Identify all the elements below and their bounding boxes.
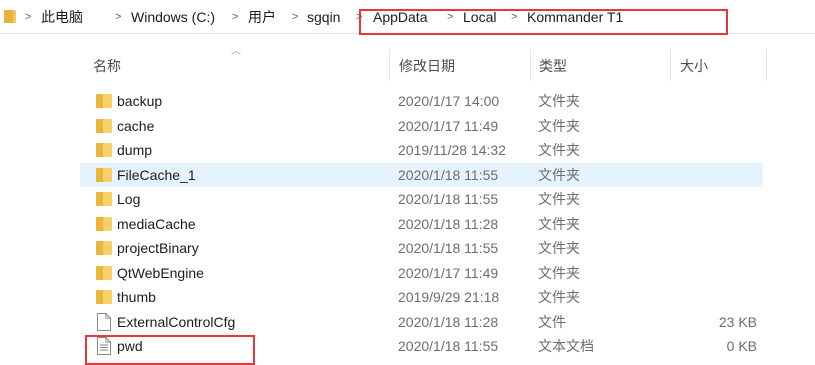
breadcrumb-separator-icon[interactable]: > <box>115 8 121 26</box>
breadcrumb-this-pc[interactable]: 此电脑 <box>41 8 83 26</box>
list-item[interactable]: projectBinary 2020/1/18 11:55 文件夹 <box>80 236 763 260</box>
item-name: mediaCache <box>117 215 196 232</box>
item-date: 2020/1/18 11:55 <box>398 166 499 183</box>
column-header-size[interactable]: 大小 <box>680 56 708 76</box>
list-item[interactable]: backup 2020/1/17 14:00 文件夹 <box>80 89 763 113</box>
item-name: thumb <box>117 289 156 305</box>
item-date: 2020/1/18 11:55 <box>398 338 499 354</box>
list-item[interactable]: Log 2020/1/18 11:55 文件夹 <box>80 187 763 211</box>
item-name: cache <box>117 117 155 134</box>
list-item[interactable]: dump 2019/11/28 14:32 文件夹 <box>80 138 763 162</box>
list-item-selected[interactable]: FileCache_1 2020/1/18 11:55 文件夹 <box>80 162 763 187</box>
item-name: backup <box>117 93 163 109</box>
column-divider[interactable] <box>530 49 531 81</box>
item-date: 2020/1/18 11:55 <box>398 240 499 256</box>
item-date: 2020/1/18 11:28 <box>398 313 499 330</box>
list-item[interactable]: mediaCache 2020/1/18 11:28 文件夹 <box>80 212 763 236</box>
item-date: 2020/1/17 14:00 <box>398 93 500 109</box>
column-divider[interactable] <box>670 49 671 81</box>
folder-icon <box>96 167 112 182</box>
item-name: QtWebEngine <box>117 264 204 281</box>
item-type: 文件夹 <box>538 191 580 207</box>
item-date: 2020/1/18 11:55 <box>398 191 499 207</box>
folder-icon <box>96 94 112 108</box>
item-size: 23 KB <box>718 313 757 330</box>
item-date: 2019/11/28 14:32 <box>398 142 506 158</box>
item-date: 2020/1/18 11:28 <box>398 215 499 232</box>
annotation-highlight-box <box>359 9 728 35</box>
breadcrumb-users[interactable]: 用户 <box>248 8 276 26</box>
breadcrumb-separator-icon[interactable]: > <box>292 8 298 26</box>
folder-icon <box>96 216 112 231</box>
folder-icon <box>96 241 112 255</box>
item-name: Log <box>117 191 141 207</box>
column-divider[interactable] <box>389 49 390 81</box>
breadcrumb-windows-c[interactable]: Windows (C:) <box>131 8 215 26</box>
column-header-type[interactable]: 类型 <box>539 56 567 76</box>
item-name: ExternalControlCfg <box>117 313 236 330</box>
breadcrumb-separator-icon[interactable]: > <box>232 8 238 26</box>
item-type: 文件夹 <box>538 215 580 232</box>
item-type: 文件夹 <box>538 264 580 281</box>
column-header-date[interactable]: 修改日期 <box>399 56 455 76</box>
item-type: 文件夹 <box>538 142 580 158</box>
breadcrumb-sgqin[interactable]: sgqin <box>307 8 340 26</box>
item-type: 文件夹 <box>538 166 580 183</box>
folder-icon <box>96 143 112 157</box>
list-item[interactable]: QtWebEngine 2020/1/17 11:49 文件夹 <box>80 261 763 285</box>
item-type: 文本文档 <box>538 338 594 354</box>
folder-icon <box>96 290 112 304</box>
item-name: dump <box>117 142 153 158</box>
item-type: 文件夹 <box>538 289 580 305</box>
item-type: 文件 <box>538 313 566 330</box>
breadcrumb-separator-icon: > <box>25 11 32 23</box>
item-type: 文件夹 <box>538 240 580 256</box>
item-type: 文件夹 <box>538 93 580 109</box>
item-date: 2019/9/29 21:18 <box>398 289 500 305</box>
list-item[interactable]: ExternalControlCfg 2020/1/18 11:28 文件 23… <box>80 310 763 334</box>
folder-icon <box>4 10 18 24</box>
item-date: 2020/1/17 11:49 <box>398 117 499 134</box>
item-size: 0 KB <box>726 338 757 354</box>
folder-icon <box>96 265 112 280</box>
item-date: 2020/1/17 11:49 <box>398 264 499 281</box>
list-item[interactable]: thumb 2019/9/29 21:18 文件夹 <box>80 285 763 309</box>
folder-icon <box>96 192 112 206</box>
item-name: projectBinary <box>117 240 199 256</box>
list-item[interactable]: cache 2020/1/17 11:49 文件夹 <box>80 114 763 138</box>
item-name: FileCache_1 <box>117 166 196 183</box>
sort-ascending-icon: ︿ <box>231 46 241 57</box>
annotation-highlight-box <box>85 335 255 365</box>
item-type: 文件夹 <box>538 117 580 134</box>
folder-icon <box>96 118 112 133</box>
column-header-name[interactable]: 名称 <box>93 56 121 76</box>
file-icon <box>97 312 111 331</box>
column-divider[interactable] <box>766 49 767 81</box>
